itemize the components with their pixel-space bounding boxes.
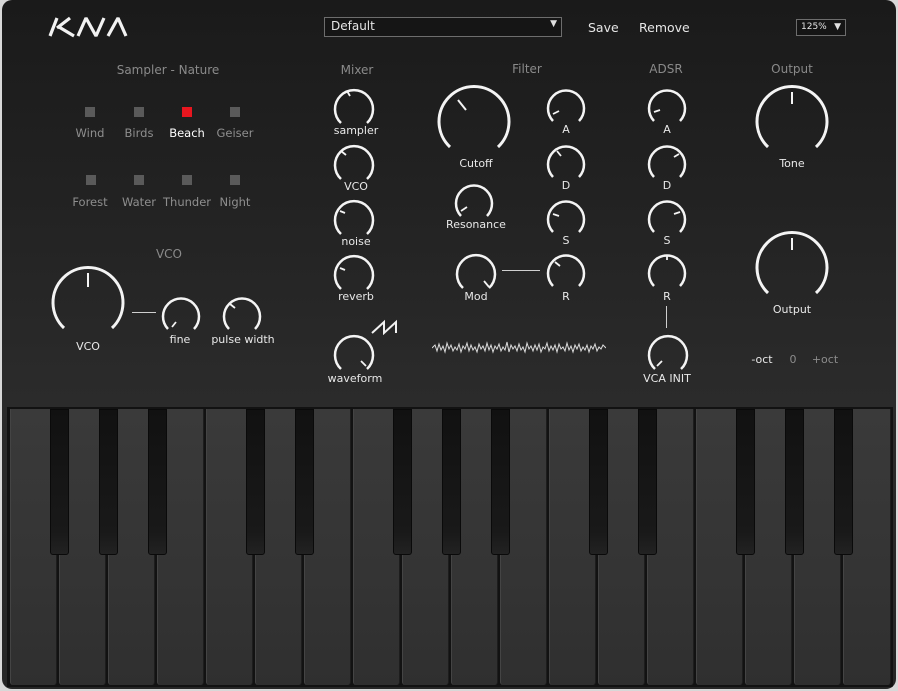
filter-title: Filter	[512, 62, 542, 76]
black-key[interactable]	[148, 409, 167, 555]
adsr-d-label: D	[662, 179, 672, 192]
sampler-title: Sampler - Nature	[116, 63, 220, 77]
synth-panel: Default ▼ Save Remove 125% ▼ Sampler - N…	[2, 0, 896, 689]
output-label: Output	[772, 303, 812, 316]
fine-label: fine	[169, 333, 191, 346]
save-button[interactable]: Save	[588, 20, 619, 35]
resonance-label: Resonance	[446, 218, 506, 231]
black-key[interactable]	[442, 409, 461, 555]
vco-knob-label: VCO	[76, 340, 100, 353]
pad-label-night: Night	[219, 195, 251, 209]
pad-beach[interactable]	[182, 107, 192, 117]
black-key[interactable]	[834, 409, 853, 555]
filter-r-label: R	[562, 290, 570, 303]
filter-s-label: S	[562, 234, 570, 247]
zoom-select[interactable]: 125% ▼	[796, 19, 846, 36]
mixer-title: Mixer	[340, 63, 374, 77]
adsr-title: ADSR	[649, 62, 683, 76]
mixer-reverb-label: reverb	[338, 290, 374, 303]
vco-knob[interactable]	[50, 265, 126, 345]
pad-forest[interactable]	[86, 175, 96, 185]
preset-value: Default	[331, 19, 375, 33]
pad-thunder[interactable]	[182, 175, 192, 185]
black-key[interactable]	[589, 409, 608, 555]
black-key[interactable]	[295, 409, 314, 555]
black-key[interactable]	[491, 409, 510, 555]
vco-title: VCO	[155, 247, 183, 261]
cutoff-label: Cutoff	[459, 157, 493, 170]
remove-button[interactable]: Remove	[639, 20, 690, 35]
black-key[interactable]	[246, 409, 265, 555]
connector-line	[666, 306, 667, 328]
oct-value: 0	[789, 353, 797, 366]
pad-wind[interactable]	[85, 107, 95, 117]
black-key[interactable]	[99, 409, 118, 555]
filter-d-label: D	[561, 179, 571, 192]
black-key[interactable]	[785, 409, 804, 555]
mixer-sampler-label: sampler	[333, 124, 379, 137]
noise-waveform-display	[432, 341, 606, 354]
mixer-noise-label: noise	[341, 235, 371, 248]
mod-label: Mod	[464, 290, 488, 303]
chevron-down-icon: ▼	[550, 19, 557, 29]
pad-water[interactable]	[134, 175, 144, 185]
connector-line	[132, 312, 156, 313]
zoom-value: 125%	[801, 22, 827, 32]
pad-geiser[interactable]	[230, 107, 240, 117]
black-key[interactable]	[50, 409, 69, 555]
pad-label-geiser: Geiser	[216, 126, 254, 140]
adsr-r-label: R	[663, 290, 671, 303]
output-knob[interactable]	[754, 230, 830, 310]
pad-night[interactable]	[230, 175, 240, 185]
connector-line	[502, 270, 540, 271]
oct-up-button[interactable]: +oct	[808, 353, 842, 366]
black-key[interactable]	[393, 409, 412, 555]
waveform-label: waveform	[327, 372, 383, 385]
black-key[interactable]	[736, 409, 755, 555]
cutoff-knob[interactable]	[436, 84, 512, 164]
preset-select[interactable]: Default ▼	[324, 17, 562, 37]
piano-keyboard	[7, 407, 893, 687]
mixer-vco-label: VCO	[344, 180, 368, 193]
filter-a-label: A	[562, 123, 570, 136]
tone-knob[interactable]	[754, 84, 830, 164]
kia-logo	[48, 16, 128, 38]
sawtooth-wave-icon	[371, 319, 397, 335]
vca-init-label: VCA INIT	[643, 372, 691, 385]
black-key[interactable]	[638, 409, 657, 555]
adsr-s-label: S	[663, 234, 671, 247]
pulse-width-label: pulse width	[211, 333, 275, 346]
adsr-a-label: A	[663, 123, 671, 136]
tone-label: Tone	[779, 157, 805, 170]
output-title: Output	[771, 62, 813, 76]
chevron-down-icon: ▼	[834, 22, 841, 32]
oct-down-button[interactable]: -oct	[748, 353, 776, 366]
pad-birds[interactable]	[134, 107, 144, 117]
